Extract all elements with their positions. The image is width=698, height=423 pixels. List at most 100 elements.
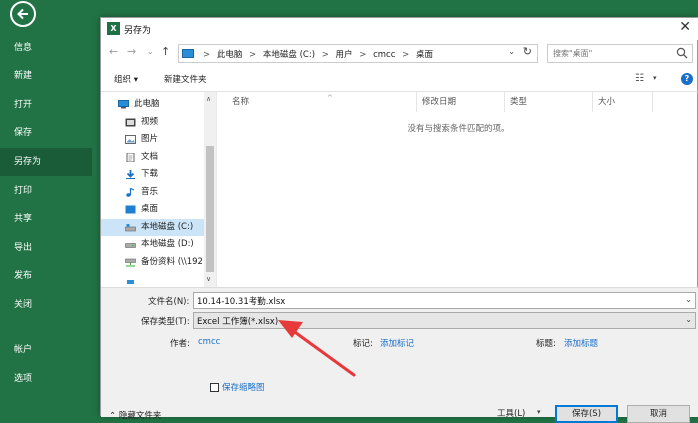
nav-info[interactable]: 信息 — [0, 34, 92, 62]
dialog-title: 另存为 — [124, 26, 152, 36]
nav-save[interactable]: 保存 — [0, 119, 92, 147]
add-title-link[interactable]: 添加标题 — [564, 337, 598, 349]
tree-item-downloads[interactable]: 下载 — [101, 166, 204, 183]
nav-save-as[interactable]: 另存为 — [0, 148, 92, 176]
tree-item-this-pc[interactable]: 此电脑 — [101, 96, 204, 113]
author-value[interactable]: cmcc — [198, 337, 220, 347]
nav-publish[interactable]: 发布 — [0, 262, 92, 290]
tree-item-partial[interactable] — [101, 272, 204, 287]
nav-print[interactable]: 打印 — [0, 177, 92, 205]
organize-button[interactable]: 组织 ▾ — [114, 73, 138, 85]
tree-item-drive-d[interactable]: 本地磁盘 (D:) — [101, 236, 204, 253]
pc-icon — [118, 100, 129, 109]
save-thumbnail-label[interactable]: 保存缩略图 — [222, 381, 265, 393]
filename-input[interactable] — [194, 293, 670, 308]
recent-dropdown-icon[interactable]: ⌄ — [147, 47, 154, 56]
breadcrumb: > 此电脑 > 本地磁盘 (C:) > 用户 > cmcc > 桌面 — [199, 48, 433, 60]
new-folder-button[interactable]: 新建文件夹 — [164, 73, 207, 85]
music-icon — [126, 188, 135, 197]
arrow-left-icon — [17, 8, 28, 20]
address-dropdown-icon[interactable]: ⌄ — [508, 47, 515, 56]
save-as-dialog: X 另存为 ✕ ← → ⌄ ↑ > 此电脑 > 本地磁盘 (C:) > 用户 >… — [100, 17, 698, 423]
title-label: 标题: — [536, 339, 556, 349]
nav-new[interactable]: 新建 — [0, 62, 92, 90]
tree-label: 视频 — [141, 117, 159, 127]
navigation-pane: 此电脑 视频 图片 文档 下载 音乐 桌面 本地磁盘 (C:) 本地磁盘 (D:… — [101, 91, 216, 287]
close-icon[interactable]: ✕ — [679, 19, 691, 35]
tree-label: 图片 — [141, 134, 159, 144]
back-arrow-icon[interactable]: ← — [109, 45, 118, 58]
breadcrumb-separator: > — [359, 50, 367, 60]
view-dropdown-icon[interactable]: ▾ — [653, 74, 657, 82]
tools-button[interactable]: 工具(L) — [497, 407, 525, 419]
tree-label: 本地磁盘 (D:) — [141, 239, 194, 249]
chevron-down-icon[interactable]: ⌄ — [685, 315, 692, 324]
nav-close[interactable]: 关闭 — [0, 291, 92, 319]
chevron-down-icon[interactable]: ⌄ — [685, 295, 692, 304]
column-type[interactable]: 类型 — [505, 92, 593, 112]
column-size[interactable]: 大小 — [593, 92, 653, 112]
tree-label: 桌面 — [141, 204, 159, 214]
dialog-titlebar: X 另存为 ✕ — [101, 18, 698, 40]
pictures-icon — [125, 135, 136, 144]
nav-scrollbar[interactable]: ∧ ∨ — [204, 92, 216, 287]
network-icon — [127, 280, 134, 284]
view-options-icon[interactable]: ☷ — [635, 73, 644, 84]
scroll-down-icon[interactable]: ∨ — [206, 275, 211, 283]
download-icon — [126, 170, 135, 179]
tree-label: 本地磁盘 (C:) — [141, 222, 194, 232]
documents-icon — [126, 153, 135, 162]
computer-icon — [182, 49, 194, 58]
drive-c-icon — [125, 224, 136, 232]
file-list: 名称 ^ 修改日期 类型 大小 没有与搜索条件匹配的项。 — [216, 91, 698, 287]
tags-label: 标记: — [353, 339, 373, 349]
breadcrumb-this-pc[interactable]: 此电脑 — [217, 50, 243, 60]
tree-item-drive-c[interactable]: 本地磁盘 (C:) — [101, 219, 204, 236]
breadcrumb-drive-c[interactable]: 本地磁盘 (C:) — [263, 50, 315, 60]
tree-label: 备份资料 (\\192 — [141, 257, 203, 267]
address-bar[interactable]: > 此电脑 > 本地磁盘 (C:) > 用户 > cmcc > 桌面 ⌄ ↻ — [178, 44, 538, 63]
breadcrumb-cmcc[interactable]: cmcc — [373, 50, 395, 60]
tree-item-pictures[interactable]: 图片 — [101, 131, 204, 148]
hide-folders-button[interactable]: ⌃ 隐藏文件夹 — [109, 409, 161, 421]
nav-options[interactable]: 选项 — [0, 365, 92, 393]
tree-item-desktop[interactable]: 桌面 — [101, 201, 204, 218]
save-button[interactable]: 保存(S) — [555, 405, 618, 423]
back-button[interactable] — [10, 1, 36, 27]
column-name[interactable]: 名称 ^ — [227, 92, 417, 112]
backstage-sidebar: 信息 新建 打开 保存 另存为 打印 共享 导出 发布 关闭 帐户 选项 — [0, 0, 92, 416]
tools-dropdown-icon[interactable]: ▾ — [537, 408, 541, 416]
add-tags-link[interactable]: 添加标记 — [380, 337, 414, 349]
save-type-select[interactable]: Excel 工作簿(*.xlsx) ⌄ — [193, 312, 696, 329]
nav-share[interactable]: 共享 — [0, 205, 92, 233]
tree-item-videos[interactable]: 视频 — [101, 114, 204, 131]
scroll-up-icon[interactable]: ∧ — [206, 95, 211, 103]
tree-label: 音乐 — [141, 187, 159, 197]
search-icon[interactable] — [676, 47, 688, 59]
search-input[interactable] — [548, 45, 673, 62]
tree-label: 文档 — [141, 152, 159, 162]
column-name-label: 名称 — [232, 97, 250, 107]
tree-item-network-backup[interactable]: 备份资料 (\\192 — [101, 254, 204, 271]
tree-item-music[interactable]: 音乐 — [101, 184, 204, 201]
scroll-thumb[interactable] — [206, 146, 214, 272]
tree-item-documents[interactable]: 文档 — [101, 149, 204, 166]
sort-ascending-icon: ^ — [327, 94, 333, 102]
breadcrumb-desktop[interactable]: 桌面 — [416, 50, 433, 60]
nav-open[interactable]: 打开 — [0, 91, 92, 119]
forward-arrow-icon[interactable]: → — [127, 45, 136, 58]
nav-export[interactable]: 导出 — [0, 234, 92, 262]
address-row: ← → ⌄ ↑ > 此电脑 > 本地磁盘 (C:) > 用户 > cmcc > … — [101, 42, 698, 66]
search-box — [547, 44, 693, 63]
tree-label: 下载 — [141, 169, 159, 179]
cancel-button[interactable]: 取消 — [627, 405, 690, 423]
save-type-label: 保存类型(T): — [141, 317, 190, 327]
save-form: 文件名(N): ⌄ 保存类型(T): Excel 工作簿(*.xlsx) ⌄ 作… — [101, 287, 698, 423]
help-icon[interactable]: ? — [681, 73, 693, 85]
column-date-modified[interactable]: 修改日期 — [417, 92, 505, 112]
save-thumbnail-checkbox[interactable] — [210, 383, 219, 392]
breadcrumb-users[interactable]: 用户 — [336, 50, 353, 60]
refresh-icon[interactable]: ↻ — [523, 45, 532, 58]
up-arrow-icon[interactable]: ↑ — [161, 45, 170, 58]
nav-account[interactable]: 帐户 — [0, 336, 92, 364]
